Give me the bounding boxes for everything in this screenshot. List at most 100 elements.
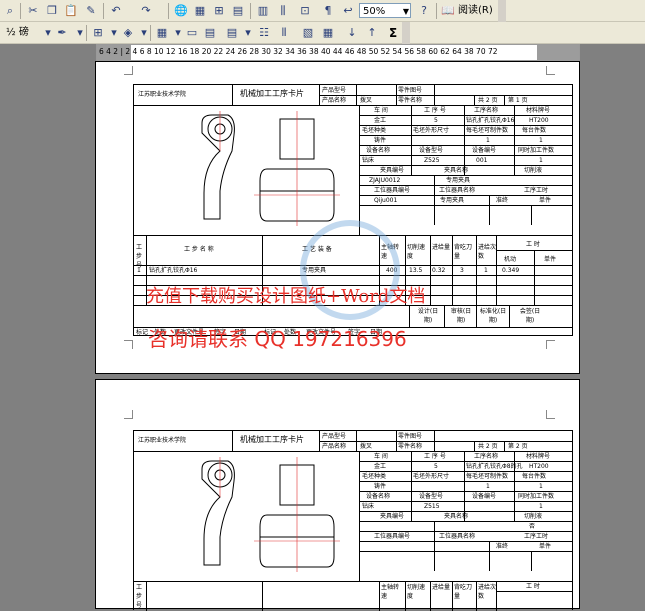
toolbar-separator (103, 3, 104, 19)
grid-line (134, 105, 572, 106)
toolbar-handle[interactable] (402, 22, 410, 44)
label: 工位器具编号 (374, 187, 411, 194)
toolbar-handle[interactable] (498, 0, 506, 22)
fixture-no: ZJAJU0012 (369, 177, 401, 184)
document-map-icon[interactable]: ⊡ (297, 3, 313, 19)
align-icon[interactable]: ▤ (224, 25, 240, 41)
label: 同时加工件数 (518, 147, 555, 154)
help-icon[interactable]: ? (416, 3, 432, 19)
label: 工 时 (526, 583, 540, 590)
label: 设备型号 (419, 147, 444, 154)
grid-line (531, 205, 532, 225)
label: 零件名称 (398, 97, 423, 104)
school-name: 江苏职业技术学院 (138, 91, 187, 98)
paste-icon[interactable]: 📋 (63, 3, 79, 19)
crop-mark (124, 340, 133, 349)
table-autoformat-icon[interactable]: ▧ (300, 25, 316, 41)
sort-descending-icon[interactable]: ↑ (364, 25, 380, 41)
tool-no: Qiju001 (374, 197, 398, 204)
label: 每毛坯可制件数 (466, 127, 509, 134)
label: 单件 (544, 256, 557, 263)
sort-ascending-icon[interactable]: ↓ (344, 25, 360, 41)
label: 材料牌号 (526, 107, 551, 114)
equip-name: 钻床 (362, 157, 375, 164)
distribute-columns-icon[interactable]: ⫴ (276, 25, 292, 41)
total-pages: 共 2 页 (478, 443, 498, 450)
blank-type: 铸件 (374, 483, 387, 490)
shading-color-icon[interactable]: ◈ (120, 25, 136, 41)
material: HT200 (529, 463, 549, 470)
grid-line (496, 250, 572, 251)
insert-table-icon[interactable]: ⊞ (211, 3, 227, 19)
insert-excel-icon[interactable]: ▤ (230, 3, 246, 19)
redo-icon[interactable]: ↷ (138, 3, 154, 19)
horizontal-ruler[interactable]: 6 4 2 | 2 4 6 8 10 12 16 18 20 22 24 26 … (96, 44, 580, 61)
chevron-down-icon[interactable]: ▾ (240, 25, 256, 41)
grid-line (504, 441, 505, 451)
grid-line (496, 581, 497, 611)
line-weight-select[interactable]: ½ 磅 (6, 25, 29, 41)
grid-line (356, 431, 357, 451)
total-pages: 共 2 页 (478, 97, 498, 104)
drawing-shape (201, 114, 235, 220)
label: 切削速度 (407, 244, 426, 260)
page-number: 第 2 页 (508, 443, 528, 450)
border-icon[interactable]: ⊞ (90, 25, 106, 41)
line-color-icon[interactable]: ✒ (54, 25, 70, 41)
label: 进给次数 (478, 584, 496, 600)
label: 工 序 号 (424, 453, 446, 460)
grid-line (476, 235, 477, 305)
equip-model: Z525 (424, 157, 440, 164)
read-button[interactable]: 阅读(R) (458, 3, 493, 19)
toolbar-separator (86, 25, 87, 41)
read-icon[interactable]: 📖 (440, 3, 456, 19)
autosum-icon[interactable]: Σ (389, 25, 397, 41)
columns-icon[interactable]: ▥ (255, 3, 271, 19)
workshop: 金工 (374, 463, 387, 470)
research-icon[interactable]: ⌕ (2, 3, 18, 19)
process-no: 5 (434, 117, 438, 124)
label: 产品型号 (322, 433, 347, 440)
grid-line (262, 581, 263, 611)
show-hide-icon[interactable]: ¶ (320, 3, 336, 19)
label: 设备编号 (472, 147, 497, 154)
label: 背吃刀量 (454, 244, 473, 260)
label: 主轴转速 (381, 584, 400, 600)
zoom-select[interactable]: 50% ▼ (359, 3, 411, 18)
merge-cells-icon[interactable]: ▭ (184, 25, 200, 41)
split-cells-icon[interactable]: ▤ (202, 25, 218, 41)
undo-icon[interactable]: ↶ (108, 3, 124, 19)
drawing-icon[interactable]: ⫼ (275, 3, 291, 19)
label: 夹具名称 (444, 167, 469, 174)
label: 工序工时 (524, 187, 549, 194)
label: 毛坯种类 (362, 127, 387, 134)
grid-line (232, 431, 233, 451)
grid-line (430, 581, 431, 611)
label: 同时加工件数 (518, 493, 555, 500)
show-gridlines-icon[interactable]: ▦ (320, 25, 336, 41)
distribute-rows-icon[interactable]: ☷ (256, 25, 272, 41)
label: 零件图号 (398, 87, 423, 94)
copy-icon[interactable]: ❐ (44, 3, 60, 19)
standard-toolbar: ⌕ ✂ ❐ 📋 ✎ ↶ ↷ 🌐 ▦ ⊞ ▤ ▥ ⫼ ⊡ ¶ ↩ 50% ▼ ? 📖… (0, 0, 645, 22)
cut-icon[interactable]: ✂ (25, 3, 41, 19)
grid-line (474, 95, 475, 105)
product-name: 拨叉 (360, 97, 373, 104)
grid-line (405, 581, 406, 611)
fixture-name: 专用夹具 (446, 177, 471, 184)
page-2[interactable]: 江苏职业技术学院 机械加工工序卡片 产品型号 零件图号 产品名称 拨叉 零件名称… (95, 379, 580, 611)
label: 切削速度 (407, 584, 426, 600)
label: 工序工时 (524, 533, 549, 540)
tables-borders-icon[interactable]: ▦ (192, 3, 208, 19)
paragraph-icon[interactable]: ↩ (340, 3, 356, 19)
label: 毛坯外形尺寸 (413, 473, 450, 480)
grid-line (134, 581, 572, 582)
grid-line (489, 541, 490, 571)
grid-line (396, 431, 397, 451)
label: 工 时 (526, 241, 540, 248)
part-drawing (201, 111, 340, 226)
format-painter-icon[interactable]: ✎ (83, 3, 99, 19)
hyperlink-icon[interactable]: 🌐 (173, 3, 189, 19)
insert-table-icon[interactable]: ▦ (154, 25, 170, 41)
label: 零件图号 (398, 433, 423, 440)
